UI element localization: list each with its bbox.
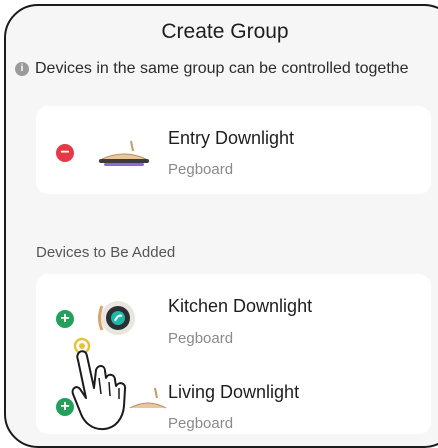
device-room: Pegboard — [168, 415, 234, 432]
device-room: Pegboard — [168, 161, 234, 178]
hint-text: Devices in the same group can be control… — [35, 60, 409, 77]
group-device-card: − Entry Downlight Pegboard — [36, 106, 431, 194]
device-name: Kitchen Downlight — [168, 296, 313, 316]
downlight-icon — [99, 140, 149, 166]
info-icon: i — [15, 62, 29, 76]
tap-hand-icon — [71, 337, 127, 431]
screen-frame: Create Group i Devices in the same group… — [4, 4, 438, 448]
device-name: Living Downlight — [168, 382, 300, 402]
remove-device-button[interactable]: − — [56, 144, 74, 162]
hint-row: i Devices in the same group can be contr… — [15, 60, 409, 78]
device-room: Pegboard — [168, 330, 234, 347]
device-name: Entry Downlight — [168, 128, 295, 148]
add-device-button[interactable]: + — [56, 310, 74, 328]
section-label: Devices to Be Added — [36, 244, 176, 261]
page-title: Create Group — [161, 20, 289, 43]
ring-light-icon — [98, 301, 135, 335]
